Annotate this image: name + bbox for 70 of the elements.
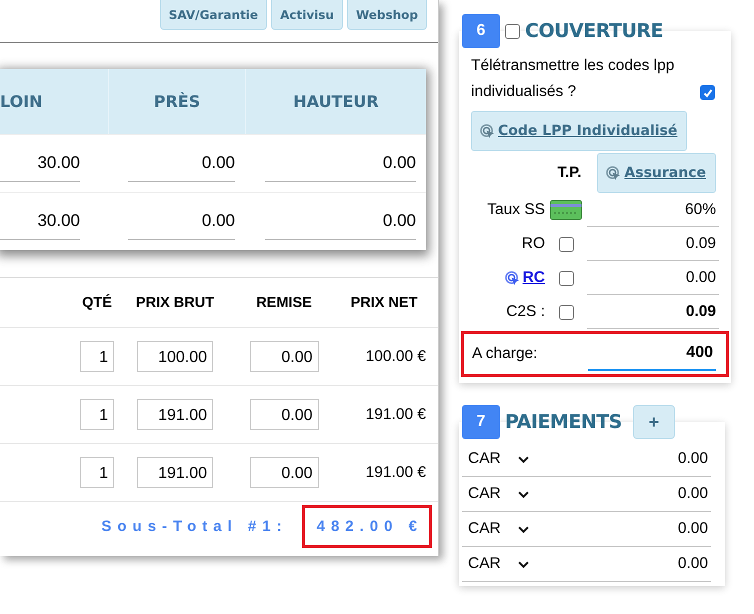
chevron-icon (518, 526, 529, 532)
net-price: 191.00 € (364, 464, 427, 482)
amount-field[interactable]: 60% (587, 193, 719, 227)
amount-field[interactable]: 0.00 (678, 555, 708, 573)
price-field[interactable]: 191.00 (137, 399, 213, 430)
lpp-code-button[interactable]: Code LPP Individualisé (471, 111, 688, 151)
click-icon (480, 124, 495, 138)
checkbox[interactable] (558, 236, 574, 252)
section-title: COUVERTURE (525, 20, 663, 42)
column-header: REMISE (255, 294, 313, 310)
checkbox[interactable] (558, 270, 574, 286)
row-label: Taux SS (487, 201, 545, 219)
quantity-field[interactable]: 1 (80, 341, 114, 372)
quantity-field[interactable]: 1 (80, 457, 114, 488)
net-price: 100.00 € (364, 348, 427, 366)
subtotal-label: Sous-Total #1: (101, 518, 288, 534)
discount-field[interactable]: 0.00 (250, 341, 318, 372)
value-field[interactable]: 30.00 (0, 153, 80, 182)
amount-field[interactable]: 0.00 (678, 485, 708, 503)
charge-label: A charge: (472, 345, 538, 363)
row-label: C2S : (506, 303, 545, 321)
price-field[interactable]: 100.00 (137, 341, 213, 372)
chevron-icon (518, 560, 529, 568)
toolbar-button[interactable]: SAV/Garantie (160, 0, 268, 30)
payment-method-dropdown[interactable]: CAR (468, 485, 529, 503)
price-field[interactable]: 191.00 (137, 457, 213, 488)
discount-field[interactable]: 0.00 (250, 399, 318, 430)
column-header: PRÈS (108, 69, 245, 134)
net-price: 191.00 € (364, 406, 427, 424)
step-badge: 6 (462, 14, 500, 48)
column-header: LOIN (0, 91, 44, 113)
teletransmit-label: Télétransmettre les codes lpp individualisés ? (471, 56, 676, 102)
payment-method-dropdown[interactable]: CAR (468, 450, 529, 468)
payment-method-dropdown[interactable]: CAR (468, 555, 529, 573)
row-label: RO (522, 235, 545, 253)
discount-field[interactable]: 0.00 (250, 457, 318, 488)
column-header: HAUTEUR (245, 69, 426, 134)
checkbox[interactable] (505, 24, 520, 38)
toolbar-button[interactable]: Activisu (271, 0, 343, 30)
card-icon (550, 200, 582, 220)
amount-field[interactable]: 0.09 (587, 227, 719, 261)
click-icon (606, 166, 622, 180)
chevron-icon (518, 456, 529, 462)
checkbox[interactable] (700, 85, 715, 100)
amount-field[interactable]: 0.00 (678, 520, 708, 538)
value-field[interactable]: 0.00 (265, 211, 416, 240)
column-header: QTÉ (81, 294, 113, 310)
add-button[interactable]: + (632, 405, 675, 439)
payment-method-dropdown[interactable]: CAR (468, 520, 529, 538)
value-field[interactable]: 0.00 (265, 153, 416, 182)
tp-label: T.P. (558, 164, 582, 180)
column-header: PRIX NET (350, 294, 418, 310)
amount-field[interactable]: 0.00 (587, 261, 719, 295)
quantity-field[interactable]: 1 (80, 399, 114, 430)
section-title: PAIEMENTS (505, 411, 622, 433)
amount-field[interactable]: 0.09 (587, 295, 719, 329)
click-icon (504, 270, 520, 286)
amount-field[interactable]: 0.00 (678, 450, 708, 468)
column-header: PRIX BRUT (134, 294, 216, 310)
checkbox[interactable] (558, 304, 574, 320)
value-field[interactable]: 0.00 (128, 153, 235, 182)
rc-link[interactable]: RC (522, 269, 545, 287)
value-field[interactable]: 0.00 (128, 211, 235, 240)
subtotal-value: 482.00 € (302, 504, 432, 548)
step-badge: 7 (462, 405, 500, 439)
charge-field[interactable]: 400 (588, 337, 716, 371)
insurance-button[interactable]: Assurance (597, 153, 716, 193)
value-field[interactable]: 30.00 (0, 211, 80, 240)
chevron-icon (518, 490, 529, 498)
toolbar-button[interactable]: Webshop (346, 0, 427, 30)
